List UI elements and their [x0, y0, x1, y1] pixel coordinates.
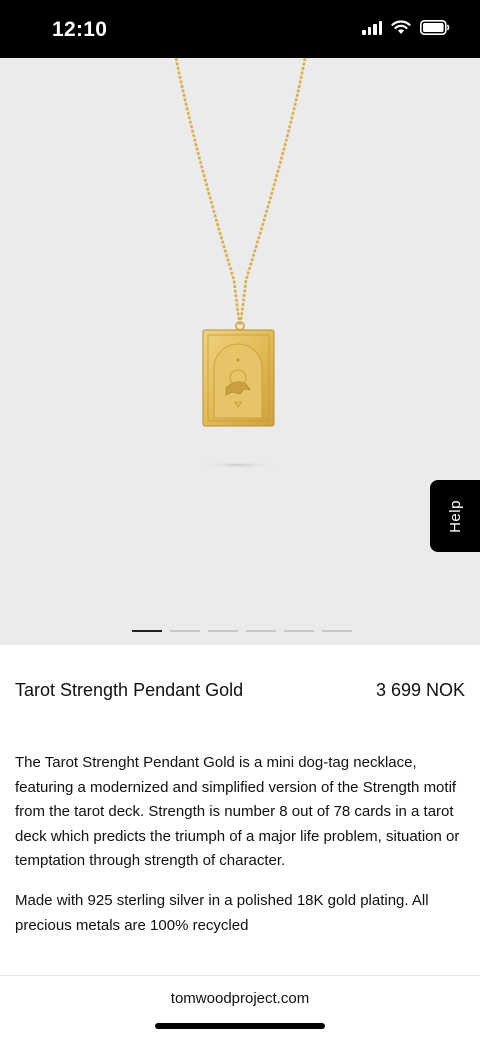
gallery-pagination — [132, 630, 352, 632]
pagination-dot[interactable] — [246, 630, 276, 632]
product-description: The Tarot Strenght Pendant Gold is a min… — [15, 754, 460, 869]
browser-address-bar[interactable]: tomwoodproject.com — [0, 975, 480, 1039]
status-time: 12:10 — [52, 18, 108, 41]
pagination-dot[interactable] — [322, 630, 352, 632]
pagination-dot[interactable] — [170, 630, 200, 632]
wifi-icon — [391, 20, 411, 34]
url-text[interactable]: tomwoodproject.com — [0, 990, 480, 1007]
status-bar: 12:10 — [0, 0, 480, 58]
battery-icon — [420, 20, 450, 35]
pagination-dot[interactable] — [208, 630, 238, 632]
status-icons — [362, 20, 450, 35]
help-label: Help — [446, 499, 464, 533]
home-indicator — [155, 1023, 325, 1029]
product-image-gallery[interactable]: Help — [0, 58, 480, 645]
cellular-signal-icon — [362, 20, 382, 35]
pendant-image — [174, 58, 307, 468]
pagination-dot[interactable] — [132, 630, 162, 632]
pagination-dot[interactable] — [284, 630, 314, 632]
product-title: Tarot Strength Pendant Gold — [15, 680, 244, 700]
product-price: 3 699 NOK — [375, 680, 465, 700]
help-button[interactable]: Help — [430, 480, 480, 552]
product-materials: Made with 925 sterling silver in a polis… — [15, 892, 429, 934]
